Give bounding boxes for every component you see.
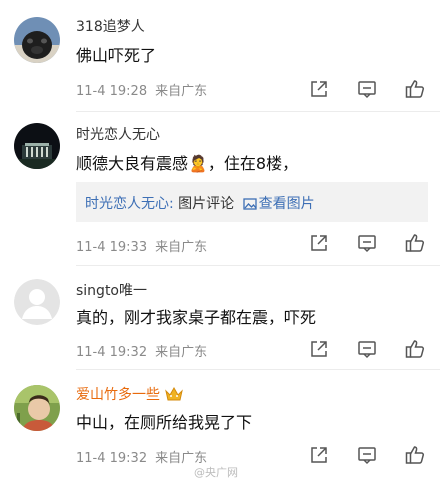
action-bar: [308, 232, 428, 256]
comment-icon: [358, 235, 376, 253]
share-icon: [311, 235, 327, 251]
share-button[interactable]: [308, 78, 330, 100]
timestamp: 11-4 19:32: [76, 345, 148, 360]
comment-icon: [358, 447, 376, 465]
comment-2: 时光恋人无心 顺德大良有震感🙎，住在8楼， 时光恋人无心: 图片评论 查看图片 …: [0, 112, 440, 267]
comment-meta: 11-4 19:33 来自广东: [76, 236, 207, 255]
comment-text: 佛山吓死了: [76, 46, 157, 65]
comment-text: 顺德大良有震感🙎，住在8楼，: [76, 154, 299, 173]
share-icon: [311, 81, 327, 97]
comment-button[interactable]: [356, 232, 378, 254]
default-avatar-icon: [14, 279, 60, 325]
comment-button[interactable]: [356, 78, 378, 100]
avatar[interactable]: [14, 17, 60, 63]
location: 来自广东: [155, 345, 208, 360]
comment-text: 真的，刚才我家桌子都在震，吓死: [76, 308, 317, 327]
location: 来自广东: [155, 84, 208, 99]
comment-button[interactable]: [356, 338, 378, 360]
like-button[interactable]: [404, 444, 426, 466]
like-button[interactable]: [404, 338, 426, 360]
username[interactable]: 时光恋人无心: [76, 124, 160, 144]
comment-meta: 11-4 19:28 来自广东: [76, 80, 207, 99]
share-button[interactable]: [308, 338, 330, 360]
avatar[interactable]: [14, 123, 60, 169]
like-button[interactable]: [404, 232, 426, 254]
image-icon: [242, 198, 257, 214]
share-icon: [311, 341, 327, 357]
share-button[interactable]: [308, 232, 330, 254]
timestamp: 11-4 19:28: [76, 84, 148, 99]
share-button[interactable]: [308, 444, 330, 466]
username[interactable]: 318追梦人: [76, 16, 145, 36]
vip-crown-icon: [164, 386, 184, 406]
timestamp: 11-4 19:33: [76, 240, 148, 255]
picture-comment-box[interactable]: 时光恋人无心: 图片评论 查看图片: [76, 182, 428, 222]
username[interactable]: 爱山竹多一些: [76, 384, 184, 406]
view-image-link[interactable]: 查看图片: [259, 196, 315, 212]
like-button[interactable]: [404, 78, 426, 100]
action-bar: [308, 78, 428, 102]
location: 来自广东: [155, 240, 208, 255]
comment-meta: 11-4 19:32 来自广东: [76, 341, 207, 360]
watermark: @央广网: [194, 466, 238, 479]
like-icon: [405, 80, 425, 98]
username[interactable]: singto唯一: [76, 280, 147, 300]
avatar[interactable]: [14, 279, 60, 325]
like-icon: [405, 446, 425, 464]
comment-icon: [358, 81, 376, 99]
action-bar: [308, 444, 428, 468]
comment-button[interactable]: [356, 444, 378, 466]
comment-icon: [358, 341, 376, 359]
comment-3: singto唯一 真的，刚才我家桌子都在震，吓死 11-4 19:32 来自广东: [0, 267, 440, 371]
timestamp: 11-4 19:32: [76, 451, 148, 466]
comment-meta: 11-4 19:32 来自广东: [76, 447, 207, 466]
like-icon: [405, 234, 425, 252]
avatar[interactable]: [14, 385, 60, 431]
pic-comment-label: 图片评论: [178, 196, 235, 212]
comment-1: 318追梦人 佛山吓死了 11-4 19:28 来自广东: [0, 0, 440, 112]
divider: [76, 369, 440, 370]
share-icon: [311, 447, 327, 463]
comment-text: 中山，在厕所给我晃了下: [76, 413, 253, 432]
like-icon: [405, 340, 425, 358]
action-bar: [308, 338, 428, 362]
divider: [76, 265, 440, 266]
pic-comment-author[interactable]: 时光恋人无心:: [85, 196, 174, 212]
username-text: 爱山竹多一些: [76, 387, 160, 403]
